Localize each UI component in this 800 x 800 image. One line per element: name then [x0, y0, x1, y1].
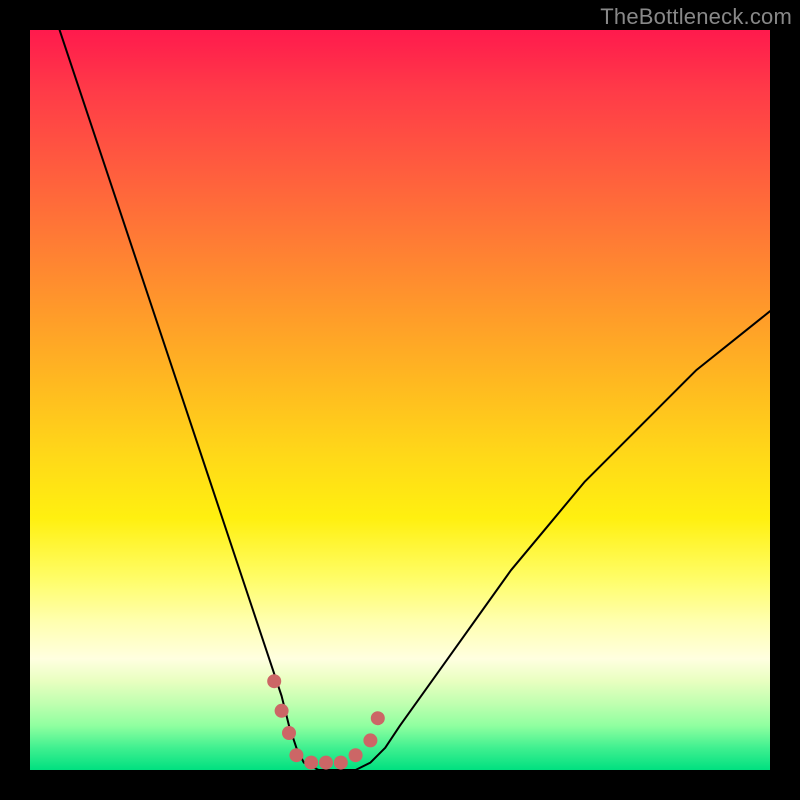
plot-area [30, 30, 770, 770]
marker-dot [282, 726, 296, 740]
marker-dot [267, 674, 281, 688]
chart-frame: TheBottleneck.com [0, 0, 800, 800]
marker-dot [349, 748, 363, 762]
marker-dot [319, 756, 333, 770]
chart-svg [30, 30, 770, 770]
series-container [60, 30, 770, 770]
marker-dot [334, 756, 348, 770]
marker-dot [275, 704, 289, 718]
watermark-text: TheBottleneck.com [600, 4, 792, 30]
marker-dot [363, 733, 377, 747]
marker-dot [371, 711, 385, 725]
marker-dot [289, 748, 303, 762]
marker-dot [304, 756, 318, 770]
curve-path [60, 30, 770, 770]
